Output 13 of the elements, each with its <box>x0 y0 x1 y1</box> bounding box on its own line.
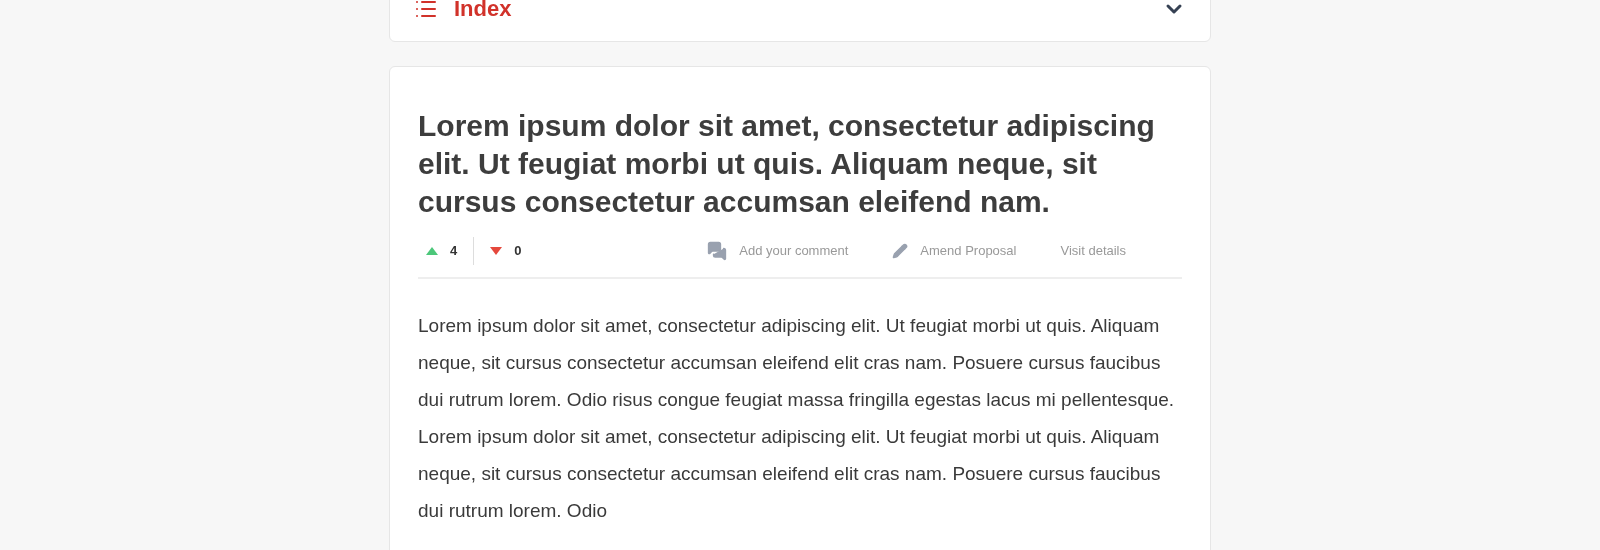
amend-link[interactable]: Amend Proposal <box>892 241 1017 261</box>
downvote-count: 0 <box>514 242 522 260</box>
proposal-title: Lorem ipsum dolor sit amet, consectetur adipiscing elit. Ut feugiat morbi ut quis. Aliquam neque, sit cursus consectetur accumsan eleifend nam. <box>418 108 1156 220</box>
downvote-icon[interactable] <box>490 246 503 255</box>
index-panel[interactable]: Index <box>389 0 1211 42</box>
pencil-icon <box>892 242 909 259</box>
proposal-body: Lorem ipsum dolor sit amet, consectetur adipiscing elit. Ut feugiat morbi ut quis. Aliquam neque, sit cursus consectetur accumsan eleifend elit cras nam. Posuere cursus faucibus dui rutrum lorem. Odio risus congue feugiat massa fringilla egestas lacus mi pellentesque. Lorem ipsum dolor sit amet, consectetur adipiscing elit. Ut feugiat morbi ut quis. Aliquam neque, sit cursus consectetur accumsan eleifend elit cras nam. Posuere cursus faucibus dui rutrum lorem. Odio <box>418 313 1176 523</box>
upvote-count: 4 <box>450 242 458 260</box>
comment-link[interactable]: Add your comment <box>707 240 849 261</box>
chat-icon <box>707 240 728 261</box>
panel-title: Index <box>454 0 512 21</box>
details-link[interactable]: Visit details <box>1060 241 1126 261</box>
upvote-icon[interactable] <box>426 246 438 255</box>
